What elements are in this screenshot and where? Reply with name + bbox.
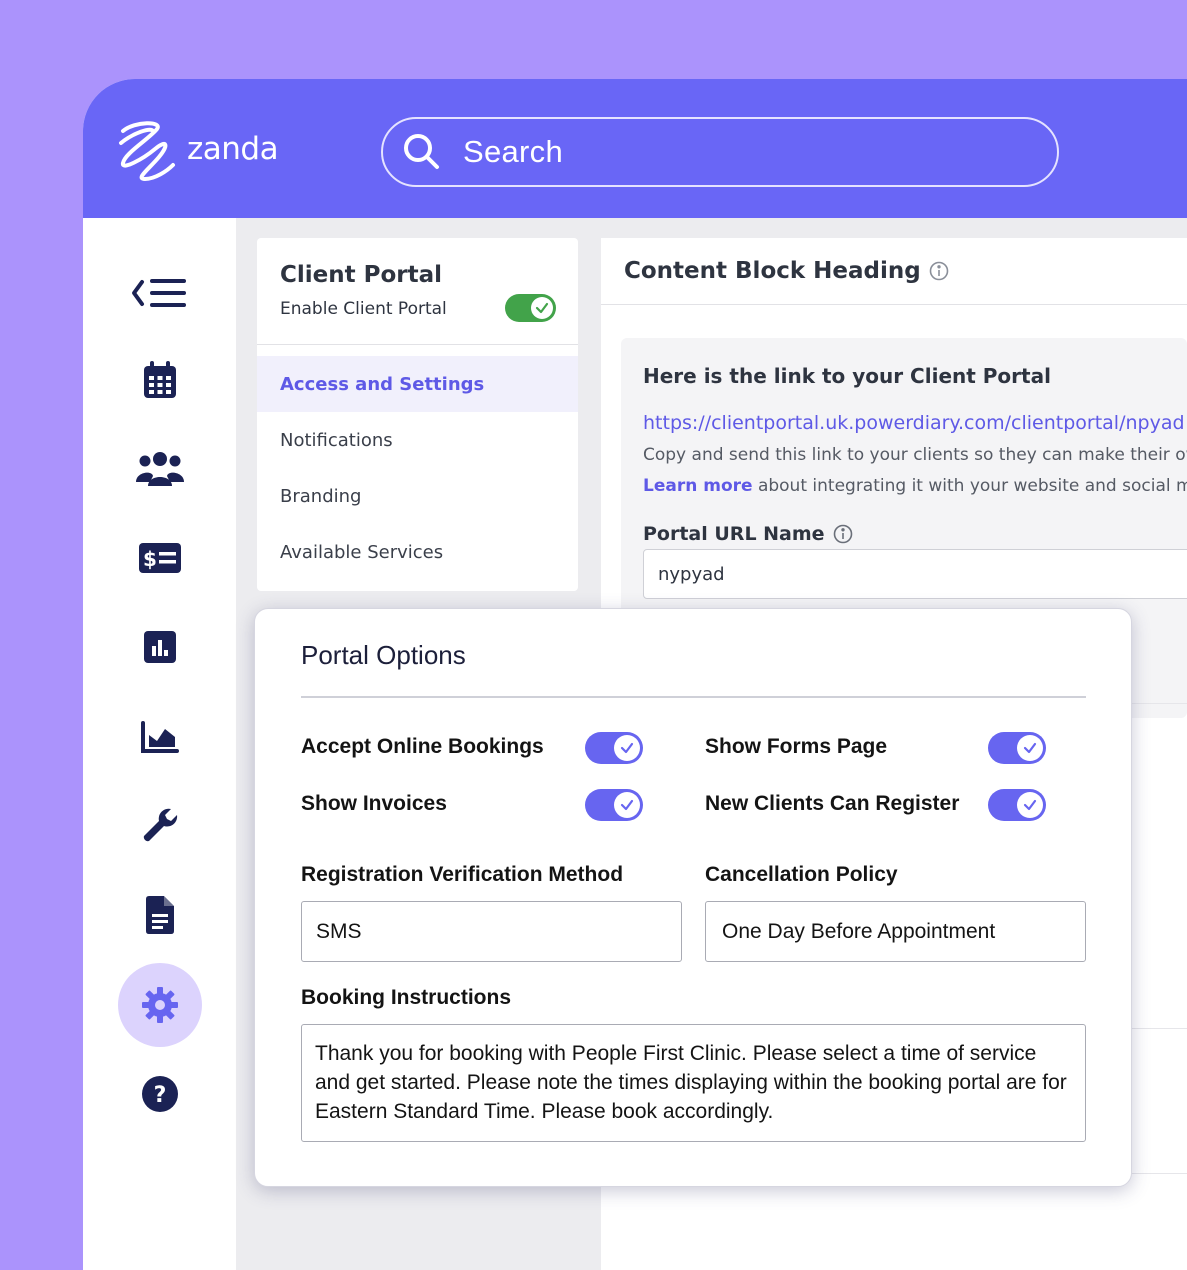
collapse-menu-button[interactable] bbox=[118, 251, 202, 335]
enable-client-portal-toggle[interactable] bbox=[505, 294, 556, 322]
toggle-knob bbox=[531, 297, 553, 319]
search-icon bbox=[404, 134, 439, 169]
zanda-logo-mark bbox=[119, 121, 175, 181]
portal-link-url[interactable]: https://clientportal.uk.powerdiary.com/c… bbox=[643, 412, 1185, 434]
show-forms-page-toggle[interactable] bbox=[988, 732, 1046, 764]
new-clients-can-register-label: New Clients Can Register bbox=[705, 792, 960, 815]
sidebar-item-settings[interactable] bbox=[118, 963, 202, 1047]
brand-name: zanda bbox=[187, 131, 279, 167]
learn-more-text: about integrating it with your website a… bbox=[752, 476, 1187, 496]
portal-options-title: Portal Options bbox=[301, 640, 466, 670]
search-input[interactable]: Search bbox=[463, 134, 563, 170]
accept-online-bookings-label: Accept Online Bookings bbox=[301, 735, 544, 758]
registration-verification-label: Registration Verification Method bbox=[301, 863, 624, 886]
check-icon bbox=[1023, 742, 1037, 754]
sidebar-item-help[interactable]: ? bbox=[118, 1052, 202, 1136]
menu-item-available-services[interactable]: Available Services bbox=[257, 524, 578, 580]
booking-instructions-textarea[interactable]: Thank you for booking with People First … bbox=[301, 1024, 1086, 1142]
sidebar: $ ? bbox=[83, 218, 236, 1270]
content-block-heading-text: Content Block Heading bbox=[624, 258, 921, 284]
check-icon bbox=[620, 742, 634, 754]
svg-text:$: $ bbox=[143, 547, 157, 571]
top-bar: zanda Search bbox=[83, 79, 1187, 218]
sidebar-item-tools[interactable] bbox=[118, 784, 202, 868]
content-block-heading: Content Block Heading bbox=[624, 258, 949, 284]
show-invoices-label: Show Invoices bbox=[301, 792, 447, 815]
area-chart-icon bbox=[141, 721, 179, 753]
sidebar-item-clients[interactable] bbox=[118, 427, 202, 511]
info-icon[interactable] bbox=[833, 524, 853, 544]
gear-icon bbox=[142, 987, 178, 1023]
portal-options-card: Portal Options Accept Online Bookings Sh… bbox=[254, 608, 1132, 1187]
divider bbox=[257, 344, 578, 345]
enable-client-portal-label: Enable Client Portal bbox=[280, 299, 447, 319]
portal-url-name-label-text: Portal URL Name bbox=[643, 523, 825, 545]
portal-url-name-label: Portal URL Name bbox=[643, 523, 853, 545]
calendar-icon bbox=[144, 361, 176, 398]
sidebar-item-documents[interactable] bbox=[118, 873, 202, 957]
people-icon bbox=[136, 452, 184, 486]
divider bbox=[301, 696, 1086, 698]
show-invoices-toggle[interactable] bbox=[585, 789, 643, 821]
booking-instructions-label: Booking Instructions bbox=[301, 986, 511, 1009]
portal-link-title: Here is the link to your Client Portal bbox=[643, 364, 1051, 388]
client-portal-title: Client Portal bbox=[280, 262, 443, 288]
billing-icon: $ bbox=[139, 543, 181, 573]
learn-more-link[interactable]: Learn more bbox=[643, 476, 753, 496]
sidebar-item-calendar[interactable] bbox=[118, 338, 202, 422]
sidebar-item-billing[interactable]: $ bbox=[118, 516, 202, 600]
help-icon: ? bbox=[142, 1076, 178, 1112]
client-portal-card: Client Portal Enable Client Portal Acces… bbox=[257, 238, 578, 591]
menu-item-notifications[interactable]: Notifications bbox=[257, 412, 578, 468]
check-icon bbox=[535, 302, 549, 314]
accept-online-bookings-toggle[interactable] bbox=[585, 732, 643, 764]
registration-verification-field[interactable]: SMS bbox=[301, 901, 682, 962]
new-clients-can-register-toggle[interactable] bbox=[988, 789, 1046, 821]
zanda-logo[interactable]: zanda bbox=[115, 119, 279, 183]
menu-item-branding[interactable]: Branding bbox=[257, 468, 578, 524]
search-bar[interactable]: Search bbox=[381, 117, 1059, 187]
bar-chart-icon bbox=[144, 631, 176, 663]
check-icon bbox=[1023, 799, 1037, 811]
svg-text:?: ? bbox=[154, 1083, 167, 1108]
toggle-knob bbox=[1017, 792, 1043, 818]
sidebar-item-reports[interactable] bbox=[118, 605, 202, 689]
document-icon bbox=[146, 896, 174, 934]
menu-item-access-settings[interactable]: Access and Settings bbox=[257, 356, 578, 412]
cancellation-policy-field[interactable]: One Day Before Appointment bbox=[705, 901, 1086, 962]
wrench-icon bbox=[143, 808, 178, 842]
cancellation-policy-label: Cancellation Policy bbox=[705, 863, 898, 886]
learn-more-line: Learn more about integrating it with you… bbox=[643, 476, 1187, 496]
toggle-knob bbox=[614, 735, 640, 761]
check-icon bbox=[620, 799, 634, 811]
info-icon[interactable] bbox=[929, 261, 949, 281]
toggle-knob bbox=[1017, 735, 1043, 761]
toggle-knob bbox=[614, 792, 640, 818]
divider bbox=[601, 304, 1187, 305]
portal-link-copy-text: Copy and send this link to your clients … bbox=[643, 445, 1187, 465]
sidebar-item-analytics[interactable] bbox=[118, 695, 202, 779]
collapse-menu-icon bbox=[132, 279, 186, 307]
portal-url-name-input[interactable]: nypyad bbox=[643, 549, 1187, 599]
show-forms-page-label: Show Forms Page bbox=[705, 735, 888, 758]
